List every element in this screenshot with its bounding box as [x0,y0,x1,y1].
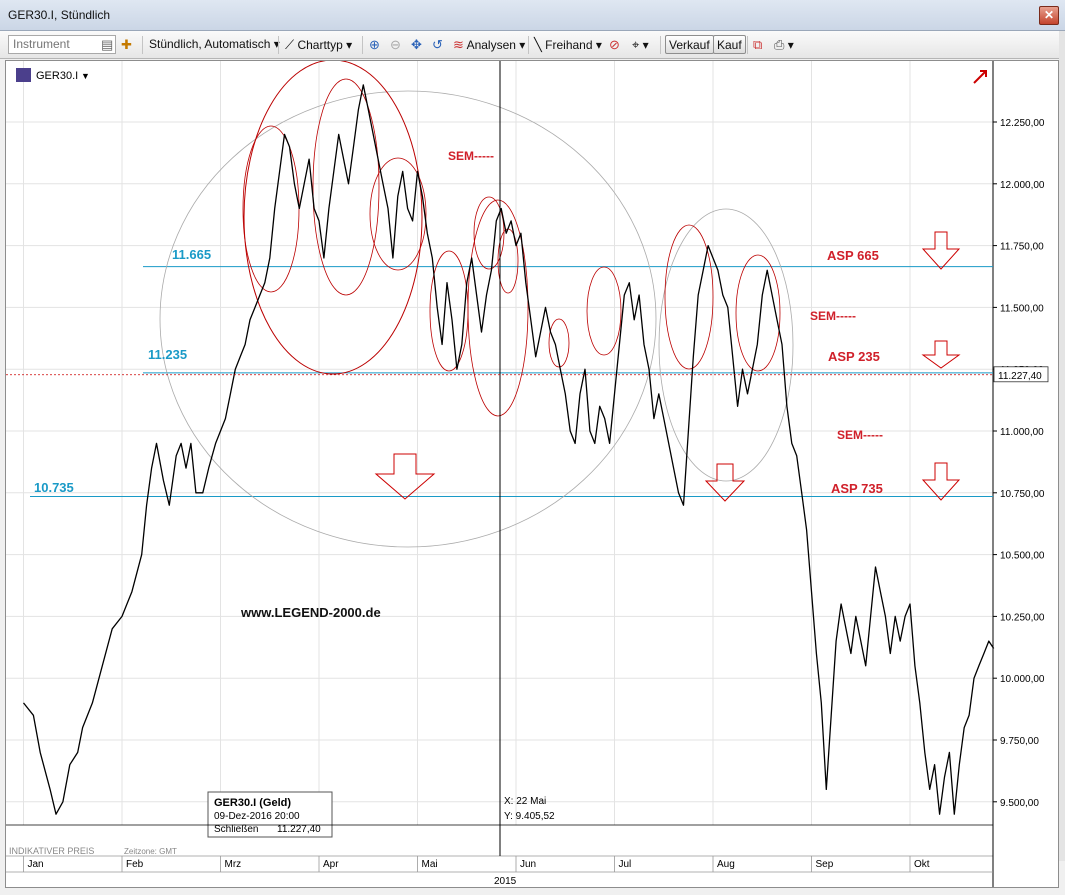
red-ellipse-10 [586,266,622,356]
sem-label-2: SEM----- [810,309,856,323]
info-box-title: GER30.I (Geld) [214,797,291,809]
freihand-dropdown[interactable]: ╲ Freihand ▾ [534,35,602,54]
y-tick-label: 10.000,00 [1000,674,1045,685]
level-label-11235: 11.235 [148,347,187,362]
sem-label-3: SEM----- [837,428,883,442]
support-levels [30,266,993,498]
month-label: Jan [28,859,44,870]
crosshair-x-label: X: 22 Mai [504,796,546,807]
red-ellipse-5 [429,250,469,372]
chart-panel: Jan Feb Mrz Apr Mai Jun Jul Aug Sep Okt 9.500,00 9… [5,60,1059,888]
close-icon: ✕ [1043,8,1055,22]
y-tick-label: 9.500,00 [1000,798,1039,809]
symbol-label: GER30.I ▼ [16,68,90,82]
analysis-icon: ≋ [453,37,464,52]
y-axis: 9.500,00 9.750,00 10.000,00 10.250,00 10.500… [992,61,1045,887]
watermark-text: www.LEGEND-2000.de [240,605,381,620]
red-ellipse-1 [243,61,423,375]
month-label: Jun [520,859,536,870]
month-label: Aug [717,859,735,870]
red-ellipse-11 [664,224,714,370]
info-box-date: 09-Dez-2016 20:00 [214,811,300,822]
footer-timezone: Zeitzone: GMT [124,847,177,856]
year-label: 2015 [494,876,517,887]
crosshair-dropdown[interactable]: ⌖ ▾ [632,35,649,54]
info-box: GER30.I (Geld) 09-Dez-2016 20:00 Schließ… [207,791,333,838]
month-label: Apr [323,859,339,870]
y-tick-label: 11.500,00 [1000,303,1044,314]
y-tick-label: 12.250,00 [1000,118,1045,129]
trend-arrow-icon [973,70,987,84]
last-price-value: 11.227,40 [998,371,1042,382]
asp-665-label: ASP 665 [827,248,879,263]
down-arrow-2 [704,463,746,502]
drawn-shapes [159,61,961,548]
red-ellipse-12 [735,254,781,372]
month-label: Okt [914,859,930,870]
y-tick-label: 11.000,00 [1000,427,1044,438]
asp-235-label: ASP 235 [828,349,880,364]
symbol-dropdown-icon: ▼ [81,71,90,81]
down-arrow-3 [921,231,961,270]
y-tick-label: 10.500,00 [1000,551,1045,562]
add-instrument-icon[interactable]: ✚ [121,35,132,54]
month-label: Sep [816,859,834,870]
analysen-dropdown[interactable]: ≋ Analysen ▾ [453,35,525,54]
footer-indikativer-preis: INDIKATIVER PREIS [9,846,94,856]
window-titlebar: GER30.I, Stündlich ✕ [0,0,1065,31]
zoom-in-icon[interactable]: ⊕ [369,35,380,54]
verkauf-button[interactable]: Verkauf [665,35,714,54]
print-dropdown[interactable]: ⎙ ▾ [774,35,794,54]
price-line [22,84,995,815]
crosshair-y-label: Y: 9.405,52 [504,811,555,822]
month-label: Mai [422,859,438,870]
month-label: Mrz [225,859,242,870]
info-box-close-label: Schließen [214,824,258,835]
timeframe-label: Stündlich, Automatisch [149,37,271,51]
big-ellipse-2 [658,208,794,482]
pen-icon: ╲ [534,37,542,52]
instrument-input[interactable] [8,35,116,54]
close-button[interactable]: ✕ [1039,6,1059,25]
analysen-label: Analysen [466,38,516,52]
level-label-10735: 10.735 [34,480,74,495]
indicator-icon[interactable]: ⧉ [753,35,762,54]
kauf-button[interactable]: Kauf [713,35,746,54]
y-tick-label: 9.750,00 [1000,736,1039,747]
vertical-scrollbar[interactable] [1059,31,1065,861]
freihand-label: Freihand [545,38,593,52]
price-series [22,84,995,815]
x-axis: Jan Feb Mrz Apr Mai Jun Jul Aug Sep Okt [6,855,993,872]
y-tick-label: 11.750,00 [1000,242,1044,253]
symbol-name: GER30.I [36,70,78,82]
big-ellipse-1 [159,90,657,548]
timeframe-dropdown[interactable]: Stündlich, Automatisch ▾ [149,35,280,54]
pan-icon[interactable]: ✥ [411,35,422,54]
red-ellipse-6 [467,199,529,417]
y-tick-label: 12.000,00 [1000,180,1045,191]
level-label-11665: 11.665 [172,247,211,262]
line-chart-icon: ⟋ [285,37,295,52]
window-title: GER30.I, Stündlich [8,8,111,22]
last-price-tag: 11.227,40 [993,366,1049,383]
down-arrow-4 [921,340,961,369]
y-tick-label: 10.250,00 [1000,612,1045,623]
info-box-close-value: 11.227,40 [277,824,321,835]
asp-735-label: ASP 735 [831,481,883,496]
down-arrow-5 [921,462,961,501]
reset-icon[interactable]: ↺ [432,35,443,54]
chart-toolbar: ▤ ✚ Stündlich, Automatisch ▾ ⟋ Charttyp … [0,31,1065,59]
price-chart[interactable]: Jan Feb Mrz Apr Mai Jun Jul Aug Sep Okt 9.500,009… [6,61,1058,887]
y-tick-label: 10.750,00 [1000,489,1045,500]
instrument-picker-icon[interactable]: ▤ [101,35,113,54]
month-label: Feb [126,859,144,870]
down-arrow-1 [374,453,436,500]
charttype-dropdown[interactable]: ⟋ Charttyp ▾ [285,35,352,54]
month-label: Jul [619,859,632,870]
symbol-icon [16,68,31,82]
zoom-out-icon[interactable]: ⊖ [390,35,401,54]
sem-label-1: SEM----- [448,149,494,163]
eraser-icon[interactable]: ⊘ [609,35,620,54]
charttype-label: Charttyp [297,38,343,52]
